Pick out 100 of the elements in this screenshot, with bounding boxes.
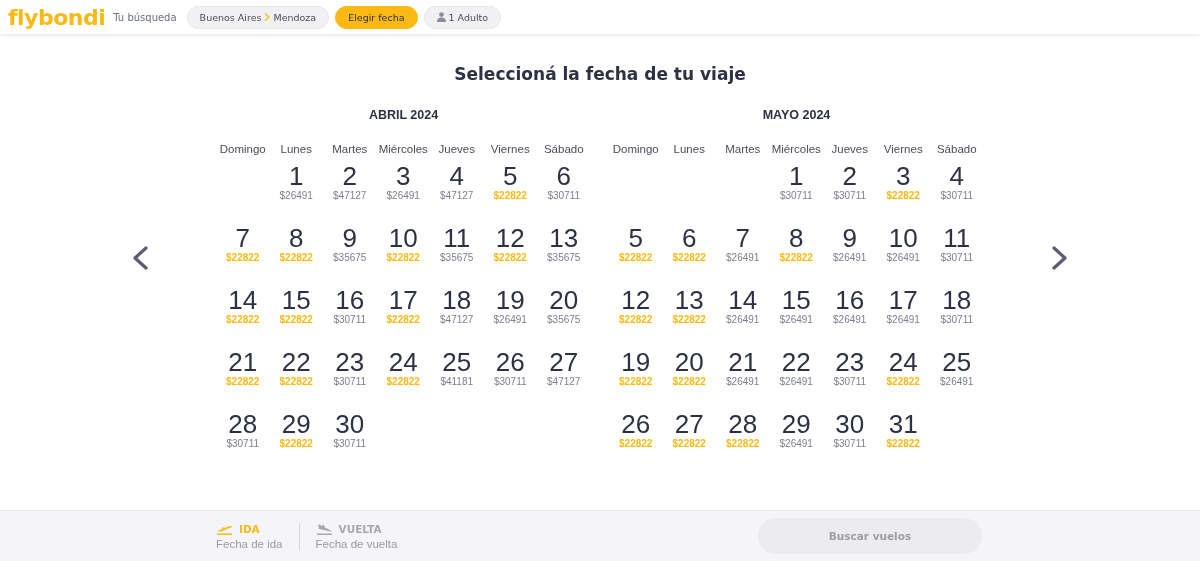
day-number[interactable]: 15: [281, 286, 311, 314]
day-number[interactable]: 28: [228, 410, 258, 438]
day-number[interactable]: 22: [281, 348, 311, 376]
weekday-label: Viernes: [489, 142, 531, 157]
day-number[interactable]: 11: [943, 224, 971, 252]
day-price: $26491: [833, 252, 867, 264]
day-price: $22822: [226, 314, 260, 326]
weekday-label: Sábado: [935, 142, 978, 157]
weekday-label: Sábado: [542, 142, 585, 157]
day-number[interactable]: 23: [835, 348, 865, 376]
day-number[interactable]: 6: [682, 224, 697, 252]
day-number[interactable]: 2: [842, 162, 857, 190]
day-number[interactable]: 19: [621, 348, 651, 376]
day-number[interactable]: 20: [549, 286, 579, 314]
person-icon: [436, 12, 446, 22]
day-number[interactable]: 19: [495, 286, 525, 314]
weekday-label: Domingo: [218, 142, 267, 157]
day-number[interactable]: 16: [335, 286, 365, 314]
day-price: $22822: [386, 376, 420, 388]
day-number[interactable]: 11: [443, 224, 471, 252]
day-number[interactable]: 13: [674, 286, 704, 314]
day-number[interactable]: 12: [621, 286, 651, 314]
day-number[interactable]: 14: [728, 286, 758, 314]
day-price: $22822: [386, 252, 420, 264]
day-price: $22822: [619, 376, 653, 388]
weekday-label: Miércoles: [770, 142, 822, 157]
day-price: $22822: [779, 252, 813, 264]
day-price: $35675: [547, 314, 581, 326]
day-number[interactable]: 5: [503, 162, 518, 190]
day-number[interactable]: 18: [442, 286, 472, 314]
day-price: $30711: [779, 190, 813, 202]
day-number[interactable]: 26: [621, 410, 651, 438]
day-number[interactable]: 25: [942, 348, 972, 376]
day-number[interactable]: 22: [781, 348, 811, 376]
day-number[interactable]: 6: [556, 162, 571, 190]
day-number[interactable]: 20: [674, 348, 704, 376]
day-number[interactable]: 12: [495, 224, 525, 252]
day-number[interactable]: 14: [228, 286, 258, 314]
weekday-label: Jueves: [830, 142, 869, 157]
day-number[interactable]: 10: [888, 224, 918, 252]
day-number[interactable]: 17: [388, 286, 418, 314]
day-number[interactable]: 27: [674, 410, 704, 438]
day-price: $30711: [833, 438, 867, 450]
day-number[interactable]: 8: [789, 224, 804, 252]
weekday-label: Lunes: [672, 142, 706, 157]
day-number[interactable]: 15: [781, 286, 811, 314]
day-number[interactable]: 17: [888, 286, 918, 314]
day-number[interactable]: 18: [942, 286, 972, 314]
day-price: $30711: [940, 252, 974, 264]
day-number[interactable]: 24: [888, 348, 918, 376]
weekday-label: Jueves: [437, 142, 476, 157]
route-button[interactable]: Buenos Aires Mendoza: [186, 5, 330, 29]
day-number[interactable]: 3: [396, 162, 411, 190]
weekday-label: Miércoles: [377, 142, 429, 157]
chevron-right-icon[interactable]: [1050, 246, 1070, 270]
day-price: $30711: [547, 190, 581, 202]
day-number[interactable]: 30: [335, 410, 365, 438]
day-price: $26491: [886, 252, 920, 264]
day-number[interactable]: 29: [281, 410, 311, 438]
day-number[interactable]: 23: [335, 348, 365, 376]
day-number[interactable]: 3: [896, 162, 911, 190]
day-price: $26491: [779, 438, 813, 450]
day-number[interactable]: 5: [628, 224, 643, 252]
day-number[interactable]: 2: [342, 162, 357, 190]
day-number[interactable]: 8: [289, 224, 304, 252]
day-number[interactable]: 24: [388, 348, 418, 376]
day-price: $30711: [940, 314, 974, 326]
day-number[interactable]: 4: [449, 162, 464, 190]
day-number[interactable]: 1: [789, 162, 804, 190]
day-number[interactable]: 30: [835, 410, 865, 438]
day-number[interactable]: 9: [342, 224, 357, 252]
day-price: $26491: [493, 314, 527, 326]
day-price: $47127: [547, 376, 581, 388]
day-number[interactable]: 27: [549, 348, 579, 376]
day-number[interactable]: 31: [888, 410, 918, 438]
day-number[interactable]: 16: [835, 286, 865, 314]
day-price: $22822: [619, 252, 653, 264]
day-number[interactable]: 10: [388, 224, 418, 252]
day-price: $22822: [279, 314, 313, 326]
day-number[interactable]: 7: [235, 224, 250, 252]
day-number[interactable]: 29: [781, 410, 811, 438]
day-number[interactable]: 13: [549, 224, 579, 252]
day-price: $22822: [279, 252, 313, 264]
day-price: $30711: [833, 190, 867, 202]
chevron-left-icon[interactable]: [130, 246, 150, 270]
day-number[interactable]: 25: [442, 348, 472, 376]
passengers-button[interactable]: 1 Adulto: [423, 5, 502, 29]
day-number[interactable]: 28: [728, 410, 758, 438]
day-number[interactable]: 7: [735, 224, 750, 252]
day-number[interactable]: 26: [495, 348, 525, 376]
page-title: Seleccioná la fecha de tu viaje: [454, 64, 746, 84]
choose-date-button[interactable]: Elegir fecha: [335, 5, 418, 29]
day-number[interactable]: 4: [949, 162, 964, 190]
day-number[interactable]: 21: [228, 348, 258, 376]
weekday-label: Lunes: [279, 142, 313, 157]
day-number[interactable]: 21: [728, 348, 758, 376]
day-price: $26491: [779, 314, 813, 326]
day-number[interactable]: 9: [842, 224, 857, 252]
day-number[interactable]: 1: [289, 162, 304, 190]
day-price: $30711: [833, 376, 867, 388]
